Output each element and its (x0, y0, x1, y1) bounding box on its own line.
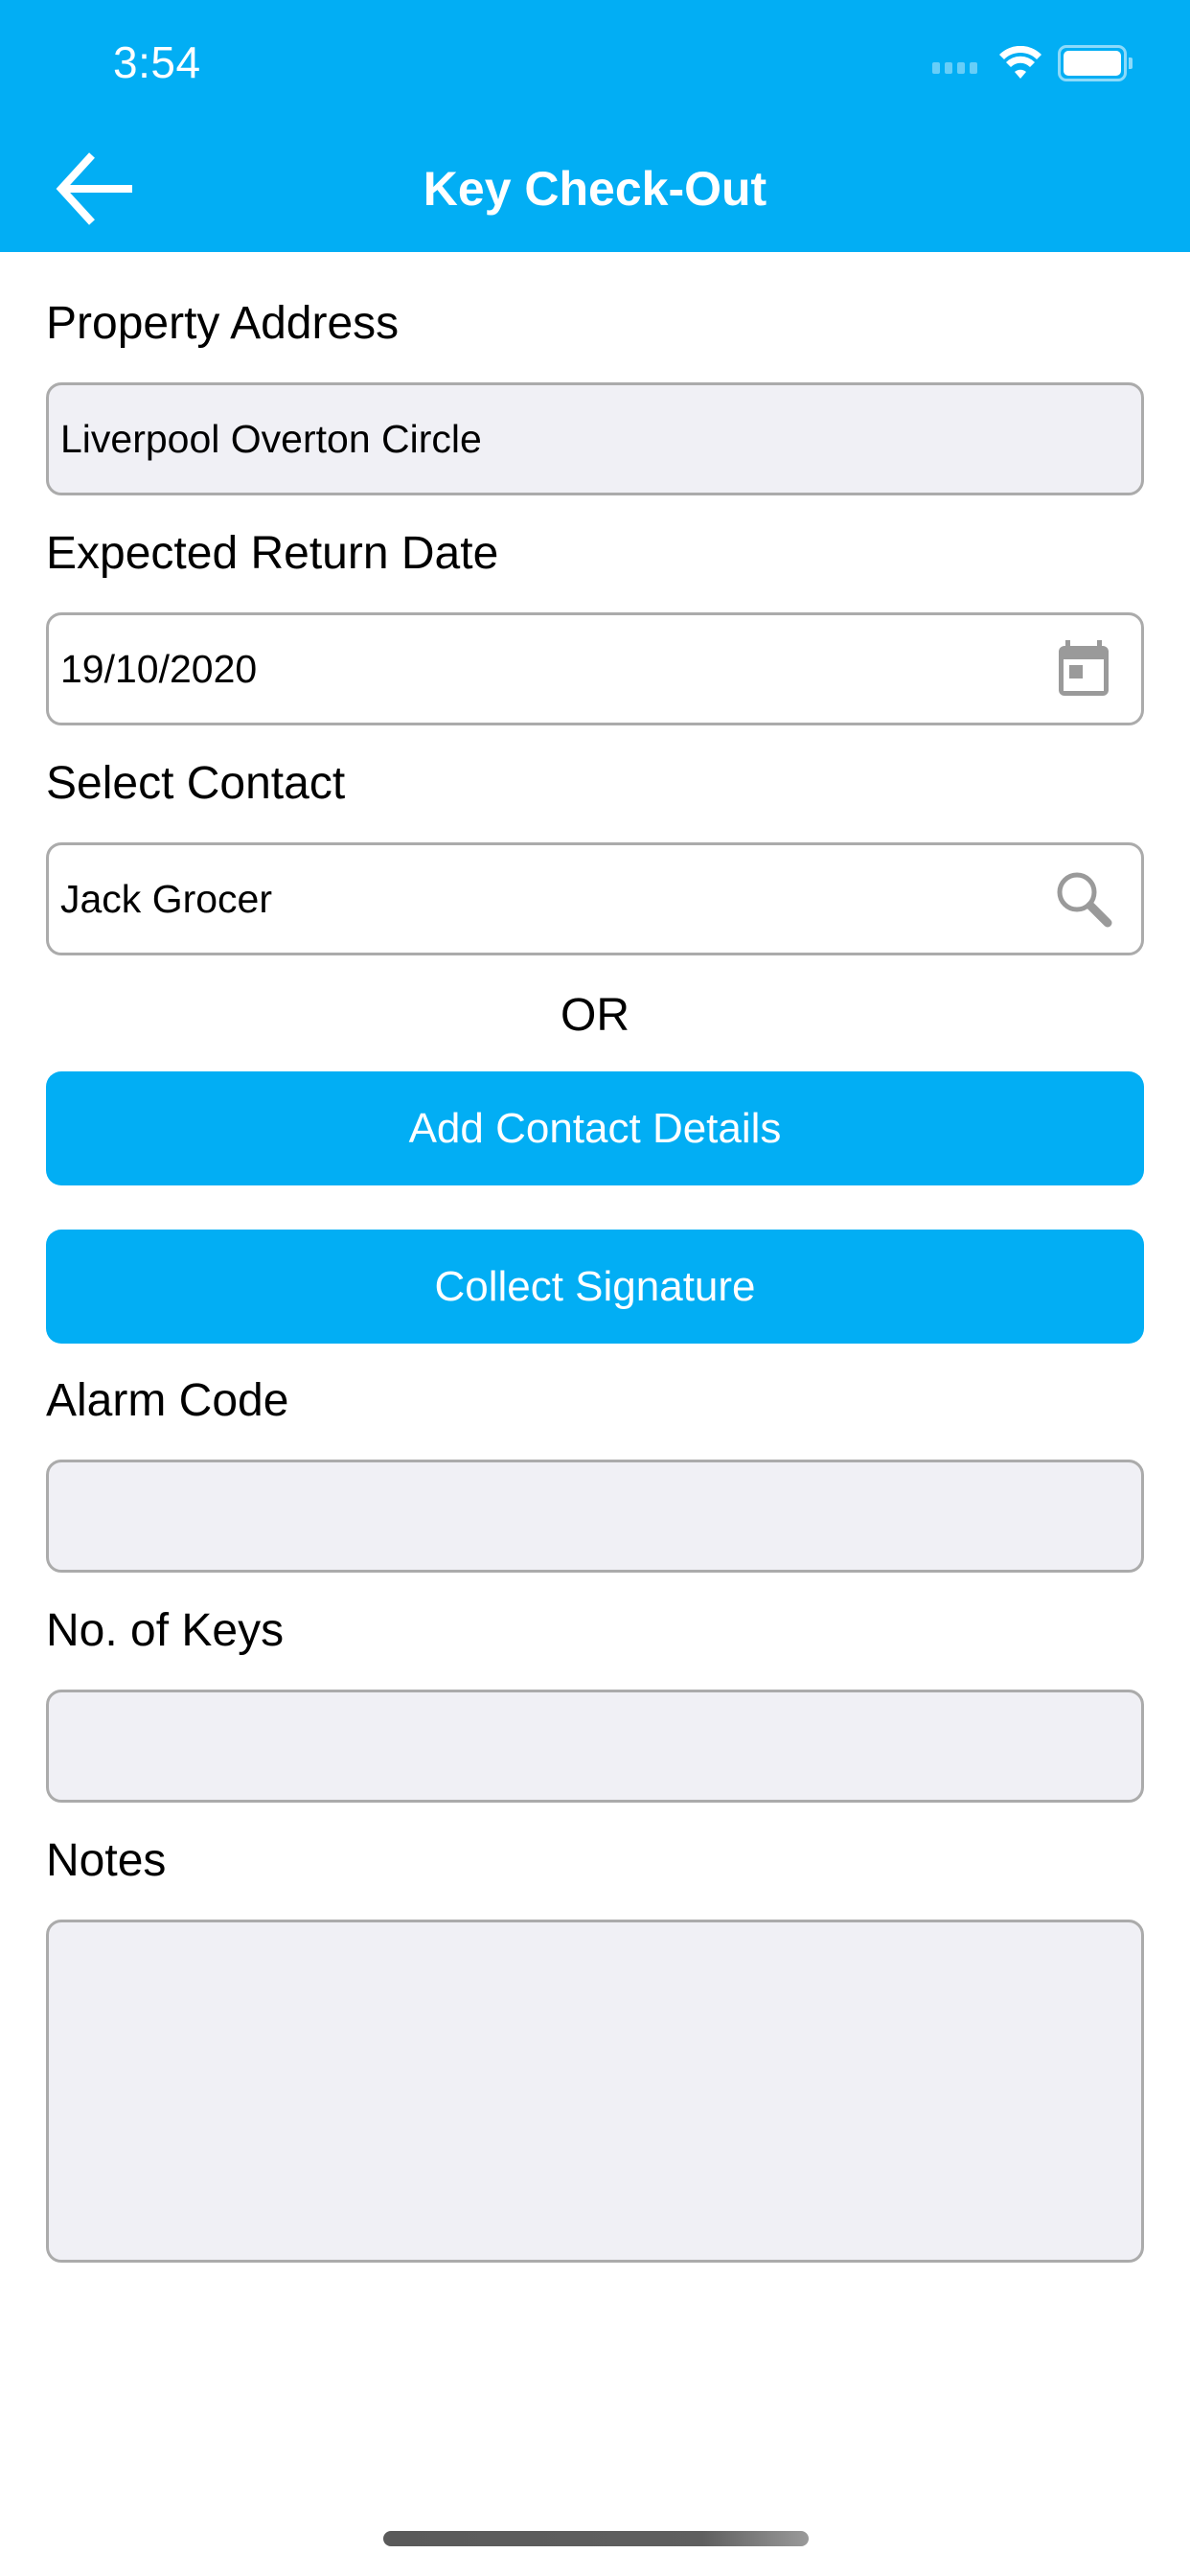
select-contact-field[interactable]: Jack Grocer (46, 842, 1144, 955)
property-address-label: Property Address (46, 298, 400, 349)
expected-return-date-value: 19/10/2020 (60, 646, 258, 691)
add-contact-details-button[interactable]: Add Contact Details (46, 1071, 1144, 1185)
search-icon[interactable] (1045, 861, 1122, 937)
home-indicator[interactable] (383, 2531, 809, 2546)
or-separator: OR (561, 990, 629, 1041)
property-address-field[interactable]: Liverpool Overton Circle (46, 382, 1144, 495)
calendar-icon[interactable] (1045, 631, 1122, 707)
notes-label: Notes (46, 1835, 167, 1886)
notes-textarea[interactable] (46, 1920, 1144, 2263)
cellular-signal-icon (932, 62, 977, 74)
property-address-value: Liverpool Overton Circle (60, 416, 482, 461)
no-of-keys-label: No. of Keys (46, 1605, 285, 1656)
status-icons (932, 44, 1133, 82)
battery-icon (1058, 45, 1133, 81)
wifi-icon (999, 46, 1041, 79)
alarm-code-label: Alarm Code (46, 1375, 289, 1426)
page-title: Key Check-Out (423, 162, 767, 216)
select-contact-label: Select Contact (46, 758, 346, 809)
expected-return-date-field[interactable]: 19/10/2020 (46, 612, 1144, 725)
top-bar: 3:54 Key Check-Out (0, 0, 1190, 252)
collect-signature-button[interactable]: Collect Signature (46, 1230, 1144, 1344)
status-time: 3:54 (113, 37, 201, 87)
no-of-keys-field[interactable] (46, 1690, 1144, 1803)
select-contact-value: Jack Grocer (60, 876, 272, 921)
expected-return-date-label: Expected Return Date (46, 528, 499, 579)
alarm-code-field[interactable] (46, 1460, 1144, 1573)
